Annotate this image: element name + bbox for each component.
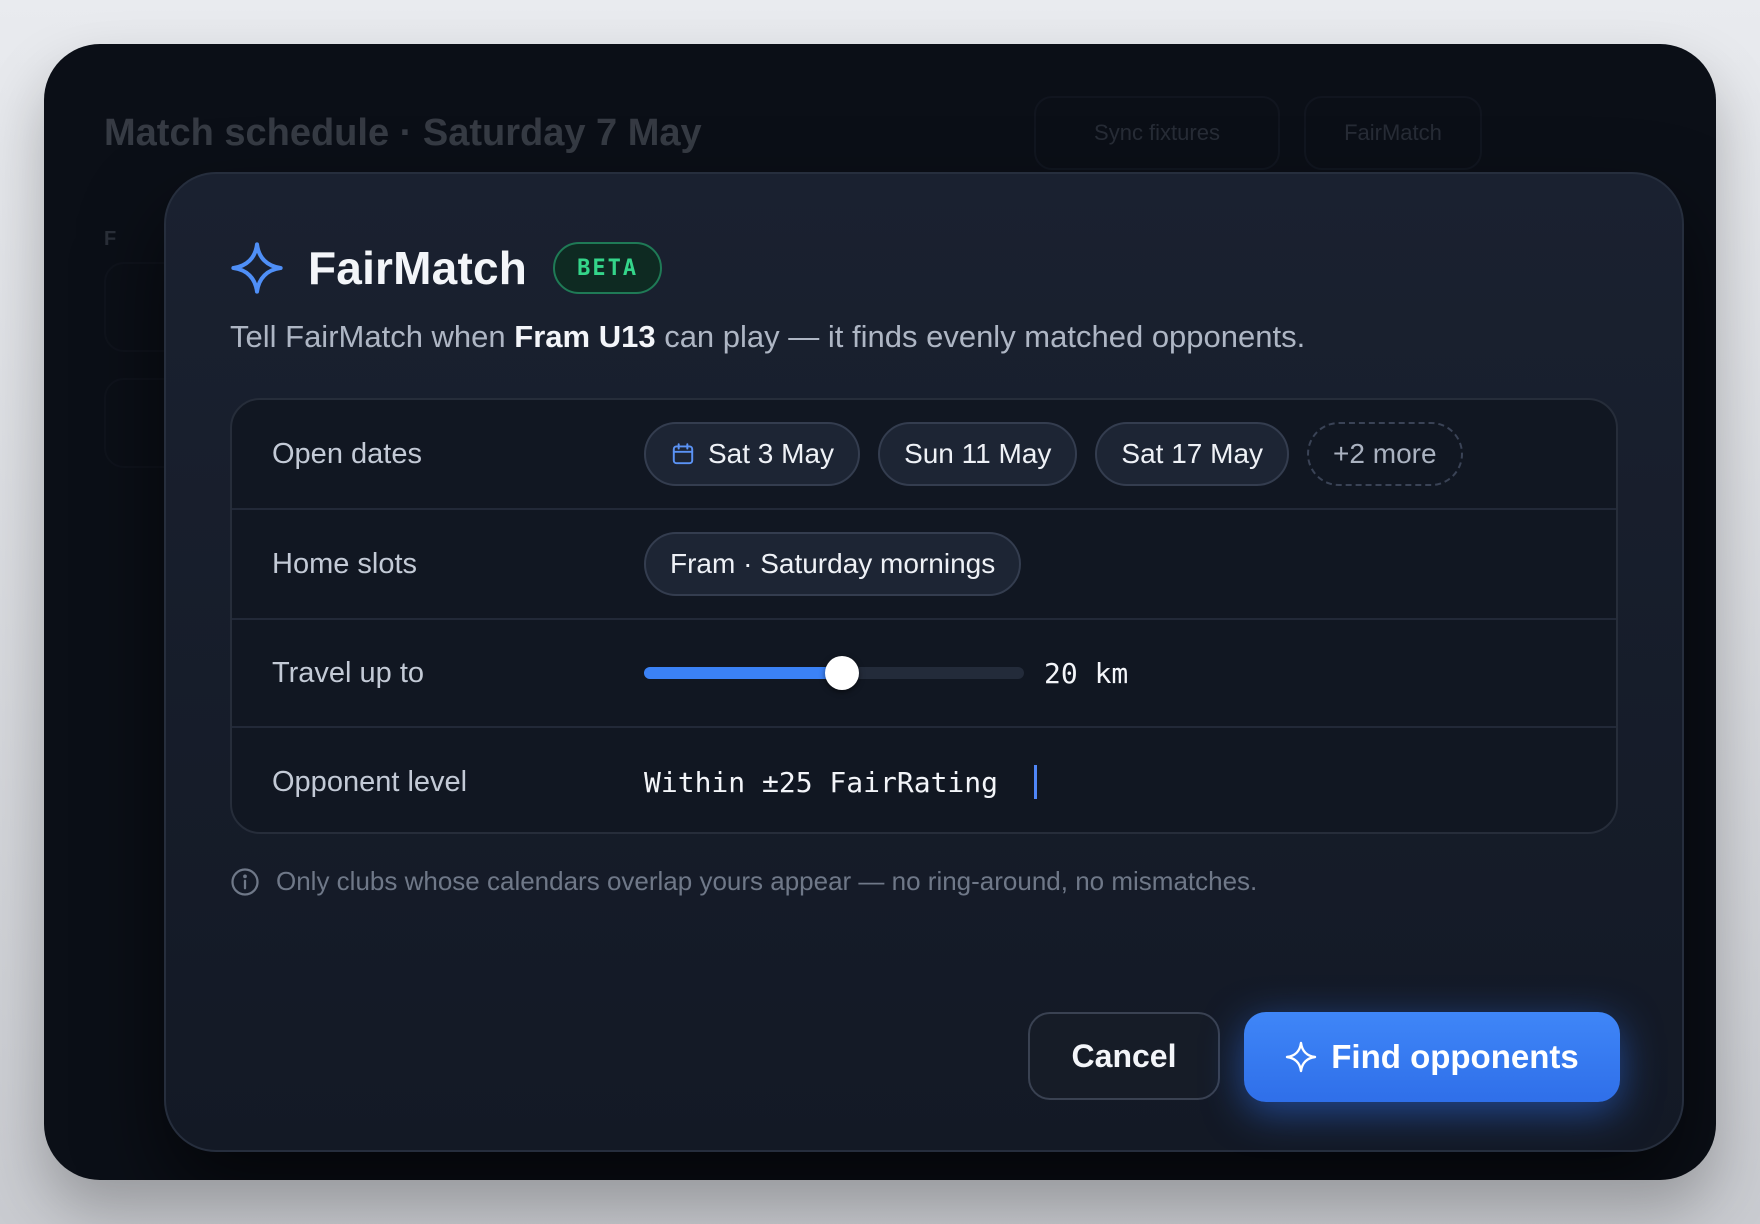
text-caret xyxy=(1034,765,1038,799)
dialog-title: FairMatch xyxy=(308,242,528,294)
travel-distance-slider[interactable] xyxy=(644,656,1024,690)
opponent-level-row: Opponent level Within ±25 FairRating xyxy=(232,728,1616,832)
settings-panel: Open dates Sat 3 May Sun 11 May Sat 17 M… xyxy=(230,398,1618,834)
travel-row: Travel up to 20 km xyxy=(232,620,1616,728)
sparkle-icon xyxy=(230,241,284,295)
home-slots-row: Home slots Fram · Saturday mornings xyxy=(232,510,1616,620)
open-dates-label: Open dates xyxy=(272,437,422,470)
date-chip-sat-3-may[interactable]: Sat 3 May xyxy=(644,422,861,486)
travel-label: Travel up to xyxy=(272,656,425,689)
background-section-label: F xyxy=(104,228,117,250)
beta-badge: BETA xyxy=(553,242,663,294)
home-slot-chip[interactable]: Fram · Saturday mornings xyxy=(644,532,1022,596)
calendar-icon xyxy=(670,441,696,467)
find-opponents-button[interactable]: Find opponents xyxy=(1244,1012,1620,1102)
date-chip-sun-11-may[interactable]: Sun 11 May xyxy=(878,422,1078,486)
date-chip-label: Sat 3 May xyxy=(708,438,835,469)
team-name: Fram U13 xyxy=(514,319,656,354)
fairmatch-dialog: FairMatch BETA Tell FairMatch when Fram … xyxy=(164,172,1684,1152)
background-page-title: Match schedule · Saturday 7 May xyxy=(104,112,702,154)
subtitle-text: can play — it finds evenly matched oppon… xyxy=(655,319,1306,354)
background-fairmatch-button: FairMatch xyxy=(1304,96,1482,170)
more-dates-chip[interactable]: +2 more xyxy=(1307,422,1463,486)
find-opponents-label: Find opponents xyxy=(1331,1038,1579,1075)
sparkle-icon xyxy=(1285,1041,1317,1073)
travel-value: 20 km xyxy=(1044,656,1129,690)
hint-text: Only clubs whose calendars overlap yours… xyxy=(276,866,1258,896)
cancel-button[interactable]: Cancel xyxy=(1028,1012,1220,1100)
hint: Only clubs whose calendars overlap yours… xyxy=(230,866,1257,897)
slider-fill xyxy=(644,667,842,679)
background-sync-button: Sync fixtures xyxy=(1034,96,1280,170)
open-dates-chips: Sat 3 May Sun 11 May Sat 17 May +2 more xyxy=(644,422,1463,486)
app-window: Match schedule · Saturday 7 May F Sync f… xyxy=(44,44,1716,1180)
opponent-level-label: Opponent level xyxy=(272,765,468,798)
date-chip-sat-17-may[interactable]: Sat 17 May xyxy=(1095,422,1290,486)
home-slots-label: Home slots xyxy=(272,547,418,580)
info-icon xyxy=(230,867,260,897)
opponent-level-input[interactable]: Within ±25 FairRating xyxy=(644,766,998,799)
travel-control: 20 km xyxy=(644,656,1129,690)
dialog-subtitle: Tell FairMatch when Fram U13 can play — … xyxy=(230,319,1305,355)
subtitle-text: Tell FairMatch when xyxy=(230,319,515,354)
home-slots-chips: Fram · Saturday mornings xyxy=(644,532,1022,596)
opponent-level-field[interactable]: Within ±25 FairRating xyxy=(644,765,1038,799)
slider-thumb[interactable] xyxy=(824,656,859,690)
dialog-header: FairMatch BETA xyxy=(230,236,663,300)
open-dates-row: Open dates Sat 3 May Sun 11 May Sat 17 M… xyxy=(232,400,1616,510)
